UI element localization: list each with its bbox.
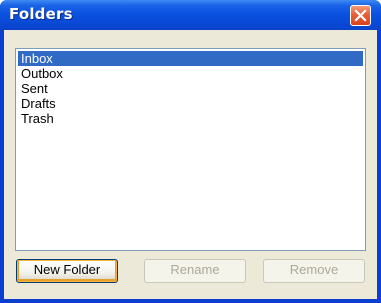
new-folder-button[interactable]: New Folder — [16, 259, 118, 283]
list-item-drafts[interactable]: Drafts — [18, 96, 363, 111]
window-frame-right — [377, 30, 381, 303]
list-item-sent[interactable]: Sent — [18, 81, 363, 96]
list-item-outbox[interactable]: Outbox — [18, 66, 363, 81]
dialog-body: Inbox Outbox Sent Drafts Trash New Folde… — [4, 30, 377, 299]
rename-button[interactable]: Rename — [144, 259, 246, 283]
folders-dialog: Folders Inbox Outbox Sent Drafts Trash N… — [0, 0, 381, 303]
folder-list[interactable]: Inbox Outbox Sent Drafts Trash — [15, 48, 366, 251]
title-bar[interactable]: Folders — [0, 0, 381, 30]
list-item-inbox[interactable]: Inbox — [18, 51, 363, 66]
list-item-trash[interactable]: Trash — [18, 111, 363, 126]
close-button[interactable] — [350, 5, 371, 26]
window-frame-bottom — [0, 299, 381, 303]
window-title: Folders — [9, 5, 73, 23]
remove-button[interactable]: Remove — [263, 259, 365, 283]
close-icon — [354, 9, 367, 22]
